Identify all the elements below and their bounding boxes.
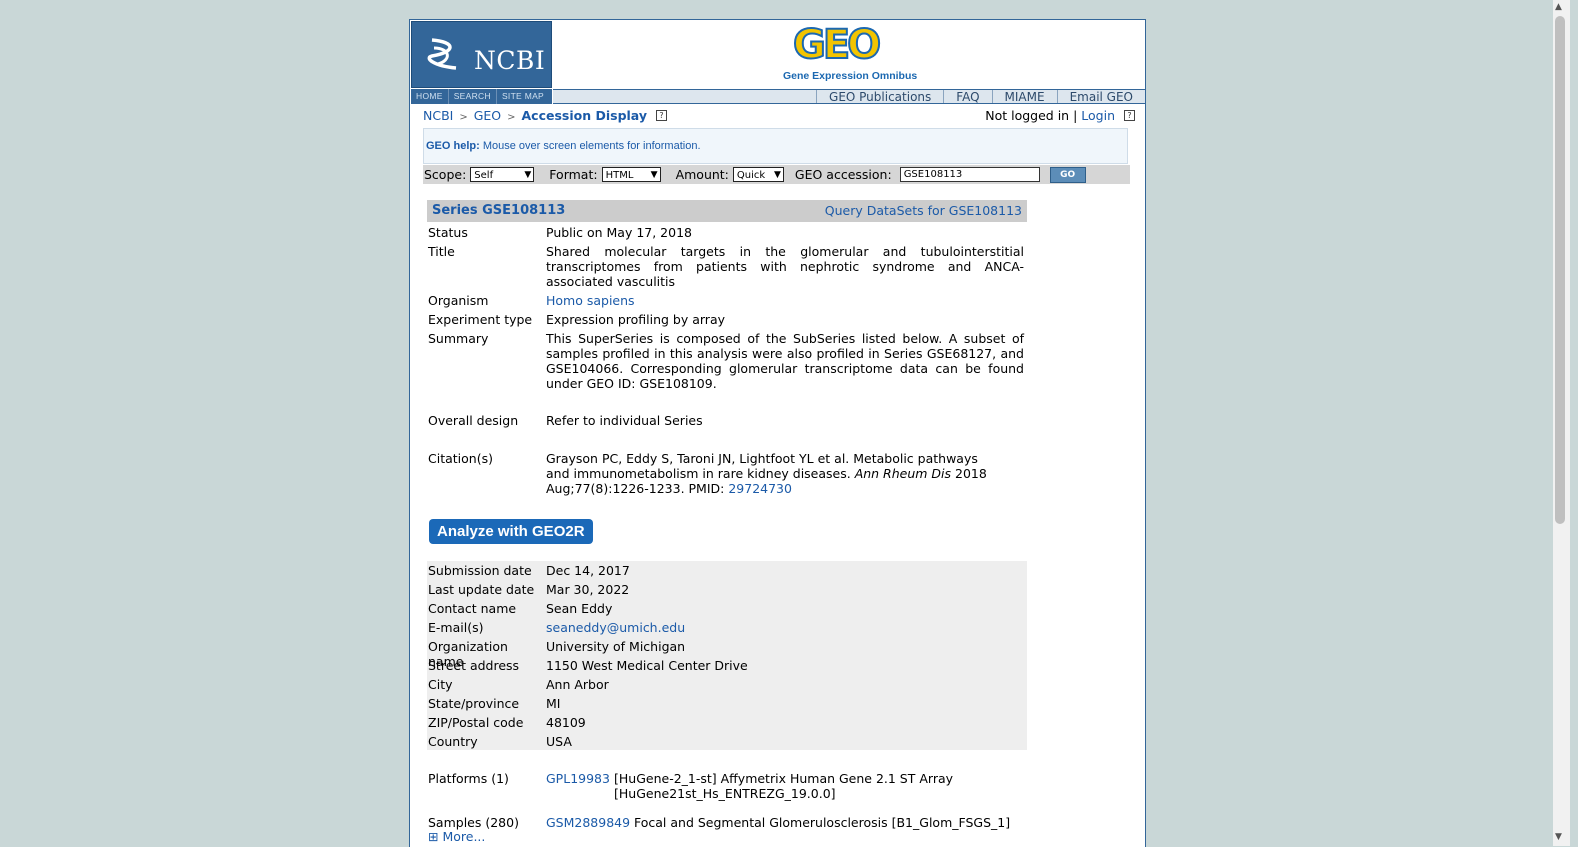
accession-input[interactable]: GSE108113 (899, 167, 1040, 182)
scroll-up-icon[interactable]: ▲ (1555, 2, 1562, 12)
ncbi-nav: HOME SEARCH SITE MAP (411, 89, 552, 104)
login-separator: | (1073, 108, 1078, 123)
nav-geo-publications[interactable]: GEO Publications (816, 90, 943, 104)
chevron-down-icon: ▼ (650, 170, 658, 180)
nav-email-geo[interactable]: Email GEO (1056, 90, 1145, 104)
scroll-down-icon[interactable]: ▼ (1555, 832, 1562, 842)
help-icon[interactable]: ? (656, 110, 667, 121)
geo-help-box: GEO help: Mouse over screen elements for… (423, 128, 1128, 164)
nav-miame[interactable]: MIAME (991, 90, 1057, 104)
accession-label: GEO accession: (794, 167, 892, 182)
sample-link[interactable]: GSM2889849 (546, 815, 630, 830)
series-title: Series GSE108113 (432, 203, 566, 218)
geo-subtitle: Gene Expression Omnibus (783, 70, 918, 82)
email-link[interactable]: seaneddy@umich.edu (546, 620, 685, 635)
organism-link[interactable]: Homo sapiens (546, 293, 635, 308)
nav-home[interactable]: HOME (411, 89, 449, 104)
platform-link[interactable]: GPL19983 (546, 771, 610, 786)
scrollbar-thumb[interactable] (1555, 16, 1565, 524)
chevron-down-icon: ▼ (773, 170, 781, 180)
geo-logo[interactable]: GEO (792, 21, 882, 69)
breadcrumb-geo[interactable]: GEO (474, 108, 501, 123)
breadcrumb-separator: > (459, 112, 468, 123)
plus-icon: ⊞ (428, 829, 439, 844)
ncbi-logo[interactable]: NCBI (411, 21, 552, 88)
page-scrollbar[interactable]: ▲ ▼ (1553, 0, 1570, 846)
go-button[interactable]: GO (1049, 166, 1086, 183)
login-status: Not logged in (985, 108, 1070, 123)
login-link[interactable]: Login (1081, 108, 1115, 123)
sample-description: Focal and Segmental Glomerulosclerosis [… (634, 815, 1011, 830)
format-label: Format: (549, 167, 598, 182)
series-header: Series GSE108113 Query DataSets for GSE1… (427, 200, 1027, 222)
breadcrumb-separator: > (507, 112, 516, 123)
nav-search[interactable]: SEARCH (449, 89, 497, 104)
more-samples-link[interactable]: ⊞ More... (428, 829, 485, 844)
amount-select[interactable]: Quick ▼ (732, 167, 784, 182)
geo-help-text: GEO help: Mouse over screen elements for… (426, 140, 701, 152)
platform-description: [HuGene-2_1-st] Affymetrix Human Gene 2.… (614, 771, 954, 801)
nav-faq[interactable]: FAQ (943, 90, 991, 104)
pmid-link[interactable]: 29724730 (728, 481, 792, 496)
format-select[interactable]: HTML ▼ (601, 167, 661, 182)
analyze-geo2r-button[interactable]: Analyze with GEO2R (429, 519, 593, 544)
geo-banner: GEO Gene Expression Omnibus (553, 20, 1145, 88)
scope-select[interactable]: Self ▼ (470, 167, 535, 182)
login-area: Not logged in | Login ? (985, 108, 1135, 123)
scope-label: Scope: (424, 167, 467, 182)
query-bar: Scope: Self ▼ Format: HTML ▼ Amount: Quick… (423, 165, 1130, 184)
dna-helix-icon (427, 38, 457, 70)
help-icon[interactable]: ? (1124, 110, 1135, 121)
query-datasets-link[interactable]: Query DataSets for GSE108113 (825, 203, 1022, 218)
amount-label: Amount: (675, 167, 729, 182)
breadcrumb-ncbi[interactable]: NCBI (423, 108, 453, 123)
nav-sitemap[interactable]: SITE MAP (497, 89, 549, 104)
breadcrumb: NCBI > GEO > Accession Display ? (423, 108, 667, 123)
geo-nav: GEO Publications FAQ MIAME Email GEO (553, 89, 1145, 104)
breadcrumb-current: Accession Display (521, 108, 648, 123)
chevron-down-icon: ▼ (524, 170, 532, 180)
geo-page: NCBI GEO Gene Expression Omnibus HOME SE… (409, 19, 1146, 847)
ncbi-label: NCBI (474, 46, 546, 75)
